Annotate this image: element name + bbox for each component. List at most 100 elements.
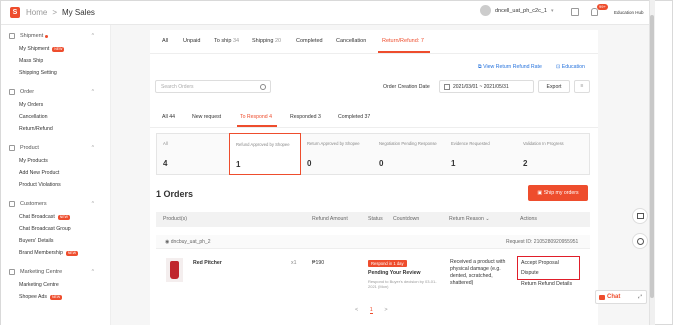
prev-page-button[interactable]: < [355,307,358,313]
message-float-button[interactable] [632,208,648,224]
tab-completed[interactable]: Completed [296,38,323,44]
return-reason-line1: Received a product with [450,259,506,265]
active-tab-underline [378,51,430,53]
tab-to-ship[interactable]: To ship 34 [214,38,239,44]
next-page-button[interactable]: > [384,307,387,313]
sidebar-group-title: Order [20,89,35,95]
date-range-picker[interactable]: 2021/03/01 ~ 2021/05/31 [439,80,534,93]
sidebar-group-title: Shipment [20,33,44,39]
sidebar-item-brand-membership[interactable]: Brand Membership NEW [19,250,78,256]
search-icon [260,84,266,90]
avatar [480,5,491,16]
return-reason-line2: physical damage (e.g. [450,266,501,272]
chevron-up-icon: ^ [91,201,94,207]
return-reason-line4: shattered) [450,280,474,286]
sidebar-item-chat-broadcast[interactable]: Chat Broadcast NEW [19,214,70,220]
sidebar-group-customers[interactable]: Customers ^ [9,201,94,207]
stat-negotiation-pending[interactable]: Negotiation Pending Response 0 [373,133,445,175]
col-actions: Actions [520,216,538,222]
shopee-logo[interactable]: S [10,7,20,18]
apps-grid-icon[interactable] [571,8,579,16]
tab-all[interactable]: All [162,38,168,44]
divider [150,127,598,128]
product-name[interactable]: Red Pitcher [193,260,222,266]
bell-icon[interactable] [591,8,598,16]
stat-validation-in-progress[interactable]: Validation In Progress 2 [517,133,589,175]
sidebar-item-add-new-product[interactable]: Add New Product [19,170,59,176]
sidebar-group-title: Customers [20,201,47,207]
subtab-new-request[interactable]: New request [192,114,221,120]
user-menu[interactable]: dncell_uat_ph_c2c_1 ▾ [480,5,554,16]
breadcrumb-current: My Sales [62,8,95,17]
education-hub-link[interactable]: Education Hub [614,10,644,15]
breadcrumb-separator: > [52,8,58,17]
new-badge: NEW [52,46,65,52]
tab-cancellation[interactable]: Cancellation [336,38,366,44]
order-status: Pending Your Review [368,270,421,276]
sidebar-group-marketing[interactable]: Marketing Centre ^ [9,269,94,275]
col-return-reason[interactable]: Return Reason ⌄ [449,216,490,222]
sidebar-item-marketing-centre[interactable]: Marketing Centre [19,282,59,288]
people-icon [9,201,15,207]
divider [150,53,598,54]
sidebar-item-my-orders[interactable]: My Orders [19,102,43,108]
sidebar-item-mass-ship[interactable]: Mass Ship [19,58,43,64]
new-badge: NEW [65,250,78,256]
education-link[interactable]: ⊡ Education [556,64,585,70]
search-input[interactable]: Search Orders [155,80,271,93]
status-note: Respond to Buyer's decision by 03-01-202… [368,279,437,289]
col-refund-amount: Refund Amount [312,216,348,222]
active-subtab-underline [237,125,277,127]
sidebar-item-shipping-setting[interactable]: Shipping Setting [19,70,57,76]
sidebar-item-chat-broadcast-group[interactable]: Chat Broadcast Group [19,226,71,232]
subtab-completed[interactable]: Completed 37 [338,114,370,120]
refund-amount: ₱190 [312,260,325,266]
view-return-refund-rate-link[interactable]: ⧉ View Return Refund Rate [478,64,542,71]
chat-button[interactable]: Chat ⤢ [595,290,647,304]
stat-return-approved[interactable]: Return Approved by Shopee 0 [301,133,373,175]
export-button[interactable]: Export [538,80,570,93]
sidebar-group-order[interactable]: Order ^ [9,89,94,95]
sidebar-group-title: Product [20,145,39,151]
buyer-name[interactable]: ◉ dncbuy_uat_ph_2 [165,239,211,245]
stat-all[interactable]: All 4 [157,133,229,175]
ship-my-orders-button[interactable]: ▣ Ship my orders [528,185,588,201]
subtab-to-respond[interactable]: To Respond 4 [240,114,272,120]
scrollbar-thumb[interactable] [650,15,654,298]
sidebar-item-return-refund[interactable]: Return/Refund [19,126,53,132]
page-1-button[interactable]: 1 [369,307,373,314]
chevron-down-icon: ⌄ [485,216,490,222]
subtab-all[interactable]: All 44 [162,114,175,120]
sidebar-item-shopee-ads[interactable]: Shopee Ads NEW [19,294,63,300]
sidebar-item-my-products[interactable]: My Products [19,158,48,164]
chevron-up-icon: ^ [91,269,94,275]
highlight-box [517,256,580,280]
sidebar-item-cancellation[interactable]: Cancellation [19,114,48,120]
tab-unpaid[interactable]: Unpaid [183,38,200,44]
sidebar-group-shipment[interactable]: Shipment ^ [9,33,94,39]
request-id: Request ID: 2105280920955951 [506,239,579,245]
return-reason-line3: dented, scratched, [450,273,493,279]
alert-dot [45,34,49,38]
chevron-up-icon: ^ [91,33,94,39]
orders-count-title: 1 Orders [156,189,194,199]
col-products: Product(s) [163,216,187,222]
sidebar-item-my-shipment[interactable]: My Shipment NEW [19,46,65,52]
new-badge: NEW [57,214,70,220]
tab-return-refund[interactable]: Return/Refund: 7 [382,38,424,44]
return-refund-details-link[interactable]: Return Refund Details [521,281,572,287]
tab-shipping[interactable]: Shipping 20 [252,38,281,44]
respond-countdown-tag: Respond in 1 day [368,260,407,267]
sidebar-item-buyers-details[interactable]: Buyers' Details [19,238,53,244]
sidebar-item-product-violations[interactable]: Product Violations [19,182,61,188]
support-float-button[interactable] [632,233,648,249]
sidebar-group-product[interactable]: Product ^ [9,145,94,151]
stat-evidence-requested[interactable]: Evidence Requested 1 [445,133,517,175]
headset-icon [637,238,644,245]
username: dncell_uat_ph_c2c_1 [495,7,547,14]
new-badge: NEW [49,294,63,300]
export-history-button[interactable]: ≡ [574,80,590,93]
subtab-responded[interactable]: Responded 3 [290,114,321,120]
breadcrumb-home[interactable]: Home [26,8,47,17]
stat-refund-approved[interactable]: Refund Approved by Shopee 1 [229,133,301,175]
